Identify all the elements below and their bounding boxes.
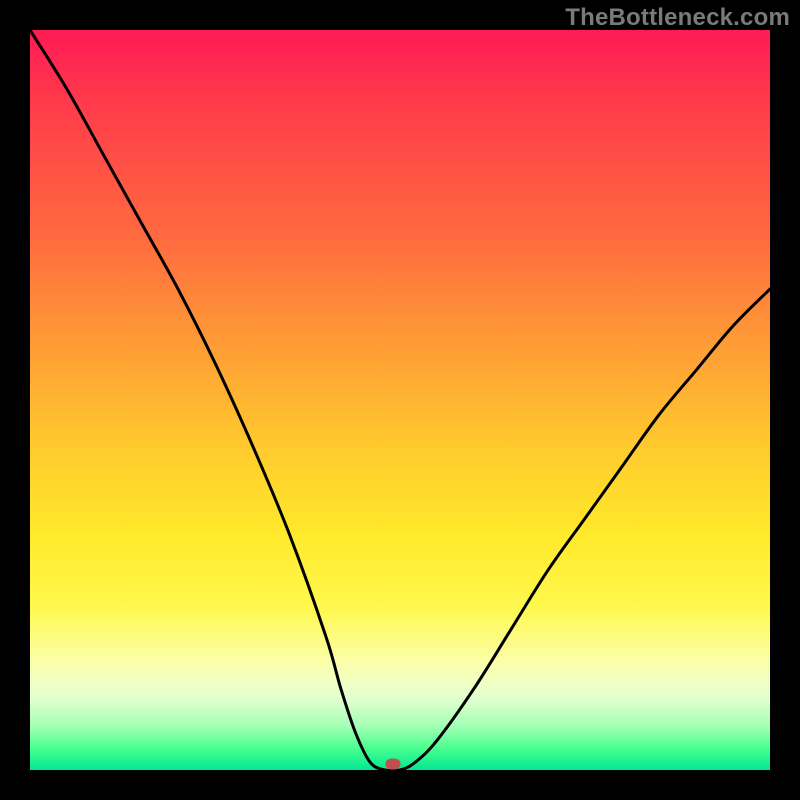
watermark-text: TheBottleneck.com — [565, 4, 790, 32]
chart-frame: TheBottleneck.com — [0, 0, 800, 800]
curve-svg — [30, 30, 770, 770]
optimal-marker — [385, 759, 400, 770]
bottleneck-curve — [30, 30, 770, 770]
plot-area — [30, 30, 770, 770]
